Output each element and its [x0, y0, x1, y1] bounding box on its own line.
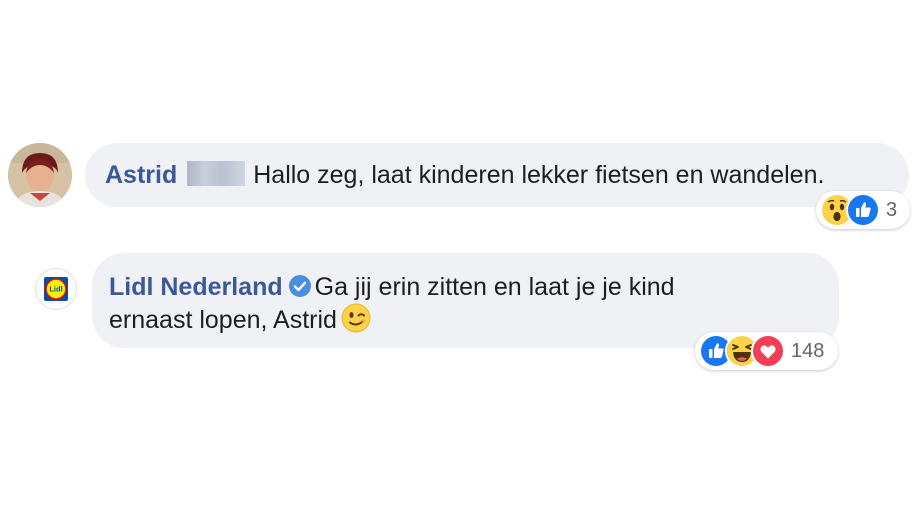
lidl-logo-icon: Lidl: [36, 269, 76, 309]
avatar-lidl[interactable]: Lidl: [36, 269, 76, 309]
comment-author[interactable]: Astrid: [105, 161, 177, 189]
verified-badge-icon: [288, 273, 311, 297]
winking-face-emoji-icon: [341, 303, 371, 333]
comment-bubble: Astrid Hallo zeg, laat kinderen lekker fi…: [85, 143, 909, 207]
like-reaction-icon: [846, 193, 880, 227]
reaction-summary[interactable]: 148: [695, 332, 838, 370]
comment-text-line-2: ernaast lopen, Astrid: [109, 306, 337, 334]
svg-text:Lidl: Lidl: [49, 285, 62, 294]
user-photo-icon: [8, 143, 72, 207]
redacted-surname: [187, 161, 246, 186]
comment-text-line-1: Ga jij erin zitten en laat je je kind: [314, 273, 675, 301]
reaction-summary[interactable]: 3: [816, 191, 910, 229]
comment-author[interactable]: Lidl Nederland: [109, 273, 283, 301]
comment-line-1: Lidl Nederland Ga jij erin zitten en laa…: [109, 271, 839, 303]
avatar-astrid[interactable]: [8, 143, 72, 207]
reaction-count: 3: [886, 198, 898, 221]
comment-text: Hallo zeg, laat kinderen lekker fietsen …: [253, 161, 825, 189]
reaction-count: 148: [791, 339, 825, 362]
love-reaction-icon: [751, 334, 785, 368]
